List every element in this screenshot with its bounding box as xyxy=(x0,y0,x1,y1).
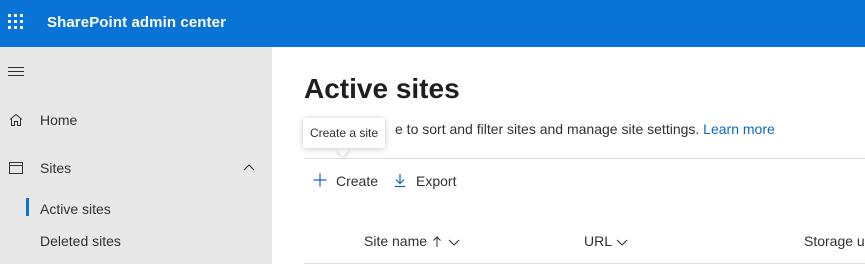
column-header-url[interactable]: URL xyxy=(584,233,629,253)
chevron-down-icon xyxy=(448,239,460,247)
left-navigation: Home Sites Active sites Deleted sites xyxy=(0,47,272,264)
sidebar-item-label: Active sites xyxy=(40,201,111,217)
chevron-up-icon[interactable] xyxy=(242,161,256,175)
chevron-down-icon xyxy=(617,239,628,247)
description-text: e to sort and filter sites and manage si… xyxy=(395,121,700,137)
column-header-storage[interactable]: Storage u xyxy=(804,233,865,253)
sidebar-item-label: Deleted sites xyxy=(40,233,121,249)
create-tooltip: Create a site xyxy=(303,118,385,148)
browser-window-icon xyxy=(9,162,23,174)
hamburger-icon[interactable] xyxy=(8,67,24,77)
sidebar-item-active-sites[interactable]: Active sites xyxy=(0,194,272,224)
column-header-site-name[interactable]: Site name xyxy=(364,233,461,253)
sidebar-item-sites[interactable]: Sites xyxy=(0,152,272,184)
sidebar-item-home[interactable]: Home xyxy=(0,104,272,136)
active-indicator xyxy=(26,198,29,216)
home-icon xyxy=(9,113,23,126)
sort-ascending-icon xyxy=(433,236,441,248)
sidebar-item-label: Home xyxy=(40,112,78,128)
download-icon xyxy=(395,174,405,188)
learn-more-link[interactable]: Learn more xyxy=(703,121,775,137)
sidebar-item-deleted-sites[interactable]: Deleted sites xyxy=(0,226,272,256)
plus-icon xyxy=(313,173,327,187)
page-title: Active sites xyxy=(304,73,460,104)
sidebar-item-label: Sites xyxy=(40,160,72,176)
app-launcher-icon[interactable] xyxy=(8,14,26,32)
app-title[interactable]: SharePoint admin center xyxy=(47,14,226,31)
main-content: Active sites e to sort and filter sites … xyxy=(272,47,865,264)
column-label: Site name xyxy=(364,233,428,249)
create-label: Create xyxy=(336,173,379,189)
column-label: Storage u xyxy=(804,233,865,249)
export-label: Export xyxy=(416,173,457,189)
column-label: URL xyxy=(584,233,612,249)
top-bar: SharePoint admin center xyxy=(0,0,865,47)
divider xyxy=(304,158,865,159)
